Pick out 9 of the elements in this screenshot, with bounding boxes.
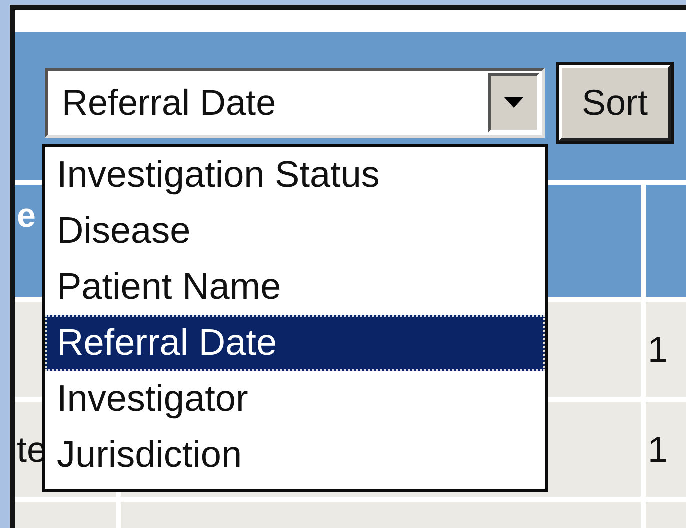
sort-button[interactable]: Sort (559, 65, 671, 141)
sort-select[interactable]: Referral Date (45, 68, 545, 138)
caret-icon (504, 97, 524, 109)
header-text: e (17, 196, 36, 236)
select-value: Referral Date (62, 82, 276, 124)
cell-text: 1 (648, 428, 668, 470)
cell-text: 1 (648, 328, 668, 370)
dropdown-arrow-button[interactable] (488, 73, 540, 133)
dropdown-option[interactable]: Referral Date (45, 315, 545, 371)
